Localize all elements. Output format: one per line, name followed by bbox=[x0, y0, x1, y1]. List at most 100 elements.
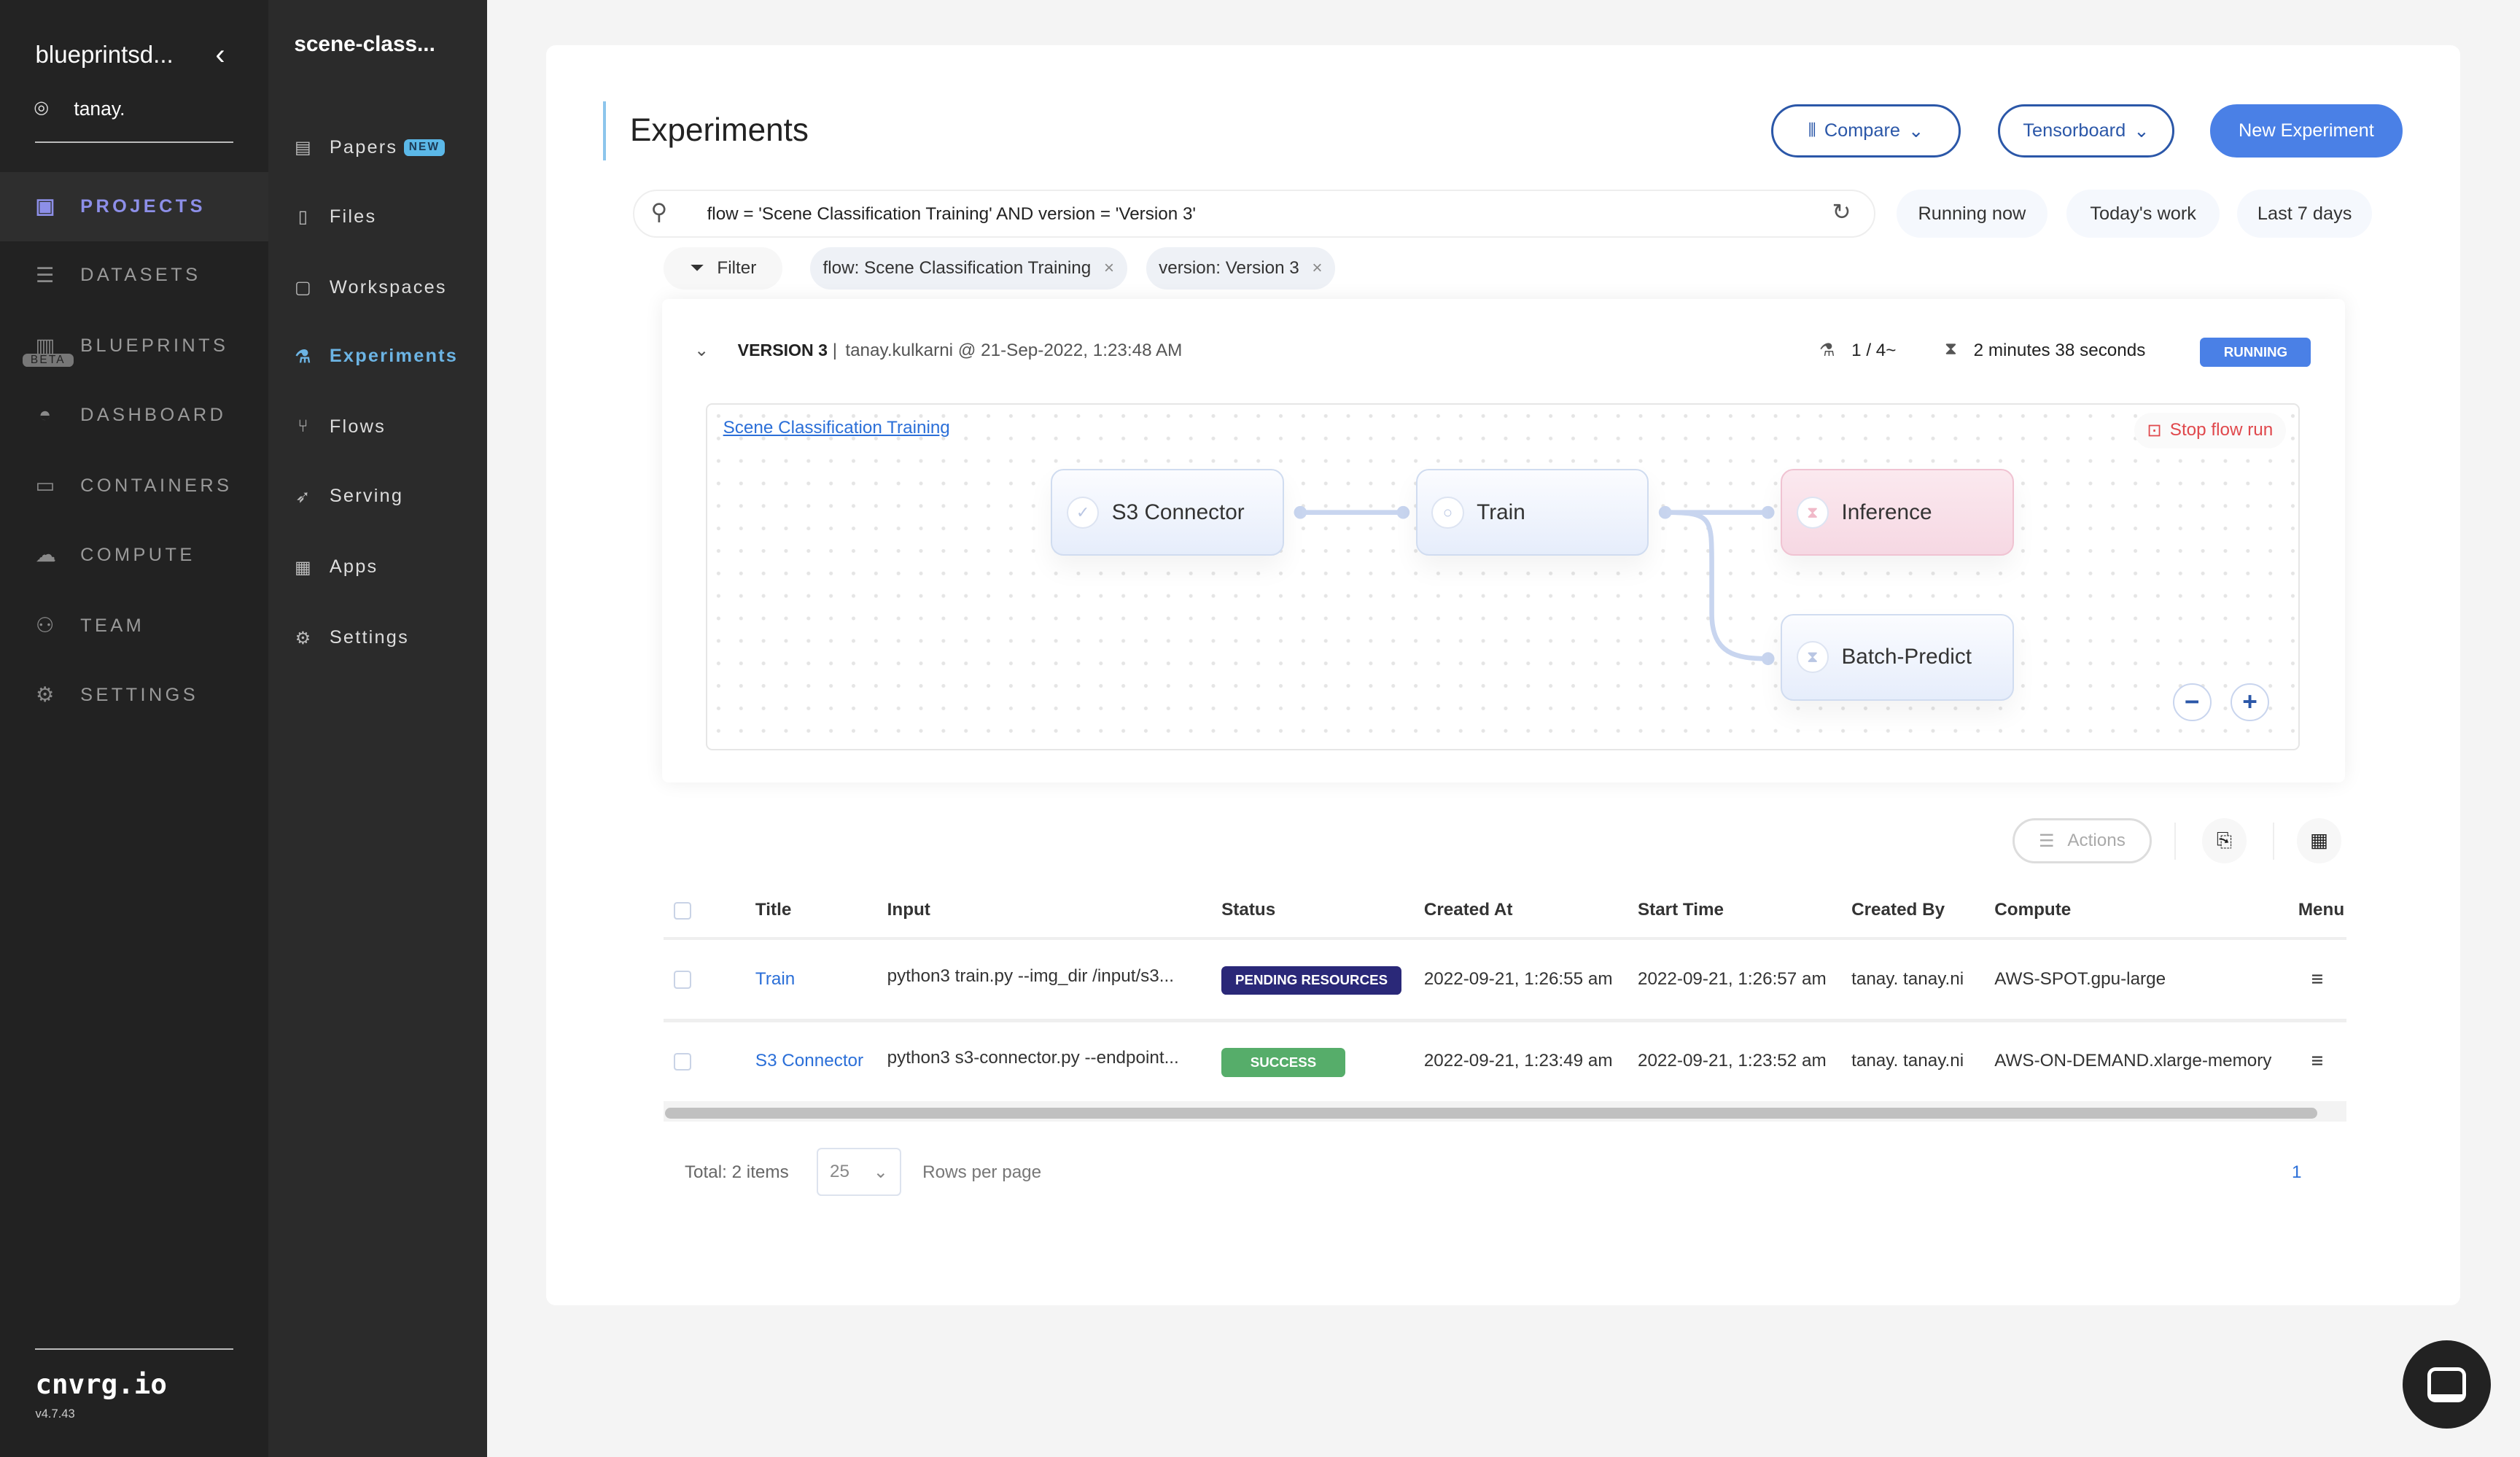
sidebar-item-team[interactable]: ⚇ TEAM bbox=[0, 591, 268, 661]
flows-icon: ⑂ bbox=[298, 416, 310, 437]
flow-canvas[interactable]: Scene Classification Training ⊡ Stop flow… bbox=[705, 403, 2301, 751]
collapse-icon[interactable]: ⌄ bbox=[694, 339, 709, 361]
nav-serving[interactable]: ➶ Serving bbox=[294, 486, 403, 508]
col-created-at[interactable]: Created At bbox=[1424, 900, 1513, 920]
database-icon: ☰ bbox=[35, 263, 58, 287]
sidebar-item-settings[interactable]: ⚙ SETTINGS bbox=[0, 661, 268, 730]
collapse-icon[interactable]: ‹ bbox=[215, 39, 225, 71]
label: Papers bbox=[329, 136, 398, 158]
nav-flows[interactable]: ⑂ Flows bbox=[294, 416, 386, 438]
search-input[interactable]: ⚲ flow = 'Scene Classification Training'… bbox=[633, 190, 1876, 238]
row-compute: AWS-ON-DEMAND.xlarge-memory bbox=[1994, 1051, 2272, 1071]
user-name[interactable]: tanay. bbox=[74, 98, 125, 120]
zoom-out-button[interactable]: − bbox=[2172, 683, 2212, 722]
nav-workspaces[interactable]: ▢ Workspaces bbox=[294, 276, 446, 298]
row-start-time: 2022-09-21, 1:23:52 am bbox=[1637, 1051, 1827, 1071]
quick-filter-running-now[interactable]: Running now bbox=[1896, 190, 2048, 238]
label: Apps bbox=[329, 556, 378, 578]
title-accent bbox=[602, 101, 606, 161]
col-title[interactable]: Title bbox=[755, 900, 791, 920]
chat-button[interactable] bbox=[2403, 1340, 2492, 1429]
select-all-checkbox[interactable] bbox=[673, 901, 691, 920]
label: PROJECTS bbox=[80, 195, 206, 217]
total-items: Total: 2 items bbox=[684, 1162, 789, 1182]
nav-settings[interactable]: ⚙ Settings bbox=[294, 627, 409, 649]
label: Workspaces bbox=[329, 276, 447, 298]
label: Flows bbox=[329, 416, 386, 437]
nav-apps[interactable]: ▦ Apps bbox=[294, 556, 378, 578]
filter-chip-flow[interactable]: flow: Scene Classification Training × bbox=[809, 247, 1127, 290]
row-divider bbox=[664, 936, 2346, 941]
sidebar-item-compute[interactable]: ☁ COMPUTE bbox=[0, 521, 268, 590]
sidebar-item-dashboard[interactable]: ◓ DASHBOARD bbox=[0, 381, 268, 450]
row-title-link[interactable]: S3 Connector bbox=[755, 1051, 863, 1071]
col-start-time[interactable]: Start Time bbox=[1638, 900, 1724, 920]
flow-node-batch-predict[interactable]: ⧗ Batch-Predict bbox=[1780, 613, 2014, 701]
close-icon[interactable]: × bbox=[1312, 258, 1322, 279]
actions-button[interactable]: ☰ Actions bbox=[2012, 817, 2152, 863]
nav-experiments[interactable]: ⚗ Experiments bbox=[294, 346, 458, 368]
label: Filter bbox=[717, 258, 757, 279]
project-title[interactable]: scene-class... bbox=[294, 32, 435, 57]
org-name[interactable]: blueprintsd... bbox=[35, 42, 173, 69]
col-input[interactable]: Input bbox=[887, 900, 930, 920]
horizontal-scrollbar[interactable] bbox=[665, 1107, 2318, 1119]
row-created-by: tanay. tanay.ni bbox=[1851, 1051, 1964, 1071]
row-divider bbox=[664, 1019, 2346, 1022]
sidebar-item-projects[interactable]: ▣ PROJECTS bbox=[0, 171, 269, 241]
columns-grid-icon[interactable]: ▦ bbox=[2296, 817, 2342, 863]
sidebar-item-containers[interactable]: ▭ CONTAINERS bbox=[0, 451, 268, 521]
row-title-link[interactable]: Train bbox=[755, 969, 795, 990]
value: 25 bbox=[830, 1161, 850, 1181]
divider bbox=[2174, 823, 2177, 860]
compare-button[interactable]: ⦀ Compare ⌄ bbox=[1770, 104, 1961, 158]
label: Batch-Predict bbox=[1841, 645, 1972, 669]
nav-papers[interactable]: ▤ Papers NEW bbox=[294, 136, 445, 158]
new-experiment-button[interactable]: New Experiment bbox=[2209, 104, 2403, 158]
label: Compare bbox=[1824, 120, 1900, 141]
row-menu-icon[interactable]: ≡ bbox=[2311, 968, 2323, 992]
col-compute[interactable]: Compute bbox=[1994, 900, 2071, 920]
quick-filter-last-7-days[interactable]: Last 7 days bbox=[2237, 190, 2373, 238]
status-badge: PENDING RESOURCES bbox=[1221, 965, 1401, 995]
divider bbox=[35, 1348, 233, 1351]
refresh-icon[interactable]: ↻ bbox=[1832, 199, 1851, 225]
nav-files[interactable]: ▯ Files bbox=[294, 206, 376, 228]
flow-node-s3-connector[interactable]: ✓ S3 Connector bbox=[1051, 469, 1284, 556]
flow-node-inference[interactable]: ⧗ Inference bbox=[1780, 469, 2014, 556]
chevron-down-icon: ⌄ bbox=[1908, 121, 1924, 142]
col-created-by[interactable]: Created By bbox=[1851, 900, 1945, 920]
row-checkbox[interactable] bbox=[673, 1052, 691, 1071]
papers-icon: ▤ bbox=[295, 138, 314, 158]
sidebar-item-datasets[interactable]: ☰ DATASETS bbox=[0, 241, 268, 311]
label: BLUEPRINTS bbox=[80, 335, 229, 357]
row-menu-icon[interactable]: ≡ bbox=[2311, 1049, 2323, 1073]
tensorboard-button[interactable]: Tensorboard ⌄ bbox=[1997, 104, 2175, 158]
quick-filter-todays-work[interactable]: Today's work bbox=[2066, 190, 2220, 238]
filter-button[interactable]: ⏷ Filter bbox=[664, 247, 783, 290]
export-icon[interactable]: ⎘ bbox=[2201, 817, 2247, 863]
filter-chip-version[interactable]: version: Version 3 × bbox=[1146, 247, 1336, 290]
row-input: python3 s3-connector.py --endpoint... bbox=[887, 1048, 1179, 1068]
row-created-at: 2022-09-21, 1:23:49 am bbox=[1423, 1051, 1613, 1071]
steps-count: 1 / 4~ bbox=[1851, 341, 1897, 361]
col-status[interactable]: Status bbox=[1221, 900, 1275, 920]
row-checkbox[interactable] bbox=[673, 971, 691, 989]
zoom-in-button[interactable]: + bbox=[2231, 683, 2269, 722]
close-icon[interactable]: × bbox=[1104, 258, 1114, 279]
label: Experiments bbox=[329, 346, 459, 367]
running-icon: ○ bbox=[1431, 496, 1464, 529]
box-icon: ▭ bbox=[35, 474, 58, 498]
label: Serving bbox=[329, 486, 404, 507]
label: Settings bbox=[329, 627, 409, 648]
page-size-select[interactable]: 25 ⌄ bbox=[816, 1147, 902, 1196]
search-icon: ⚲ bbox=[650, 199, 668, 225]
flow-node-train[interactable]: ○ Train bbox=[1415, 469, 1649, 556]
page-number[interactable]: 1 bbox=[2292, 1162, 2301, 1183]
row-input: python3 train.py --img_dir /input/s3... bbox=[887, 965, 1174, 986]
sidebar-item-blueprints[interactable]: ▥ BLUEPRINTS bbox=[0, 312, 268, 381]
row-start-time: 2022-09-21, 1:26:57 am bbox=[1637, 969, 1827, 990]
label: version: Version 3 bbox=[1159, 258, 1299, 279]
app-version: v4.7.43 bbox=[35, 1406, 75, 1421]
search-query: flow = 'Scene Classification Training' A… bbox=[707, 203, 1197, 224]
